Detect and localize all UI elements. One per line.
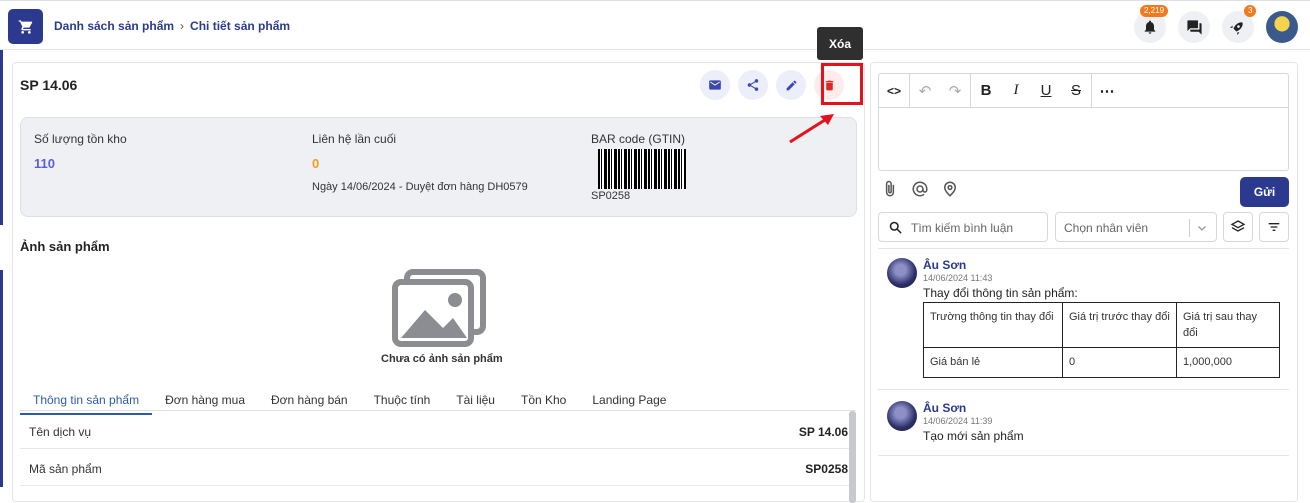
top-bar: Danh sách sản phẩm › Chi tiết sản phẩm 2…: [0, 0, 1310, 50]
divider: [878, 248, 1289, 249]
email-button[interactable]: [700, 70, 730, 100]
underline-icon[interactable]: U: [1031, 82, 1061, 99]
paperclip-icon[interactable]: [881, 180, 899, 198]
commenter-avatar: [887, 401, 917, 431]
rocket-button[interactable]: 3: [1222, 5, 1257, 43]
comment-search-input[interactable]: Tìm kiếm bình luận: [878, 212, 1048, 242]
divider: [878, 455, 1289, 456]
tabs-divider: [20, 410, 856, 411]
detail-value: SP0258: [805, 462, 848, 476]
detail-key: Mã sản phẩm: [29, 462, 102, 476]
share-icon: [747, 79, 759, 91]
barcode-label: BAR code (GTIN): [591, 132, 686, 146]
italic-icon[interactable]: I: [1001, 82, 1031, 99]
pencil-icon: [786, 80, 796, 90]
filter-icon: [1268, 223, 1280, 231]
stock-info-box: Số lượng tồn kho 110 Liên hệ lần cuối 0 …: [20, 117, 857, 217]
product-title: SP 14.06: [20, 77, 78, 93]
bold-icon[interactable]: B: [971, 82, 1001, 99]
red-arrow-annotation: [789, 114, 834, 144]
breadcrumb: Danh sách sản phẩm › Chi tiết sản phẩm: [54, 19, 290, 33]
user-avatar[interactable]: [1266, 11, 1298, 43]
layers-button[interactable]: [1223, 212, 1253, 242]
barcode-value: SP0258: [591, 190, 631, 202]
comment-time: 14/06/2024 11:39: [923, 416, 993, 426]
last-contact-note: Ngày 14/06/2024 - Duyệt đơn hàng DH0579: [312, 181, 528, 193]
redo-icon[interactable]: ↷: [940, 82, 970, 100]
undo-icon[interactable]: ↶: [910, 82, 940, 100]
change-table-header: Giá trị trước thay đổi: [1062, 302, 1177, 348]
image-placeholder-icon: [392, 269, 486, 347]
chat-icon: [1186, 19, 1202, 35]
change-table-cell: 1,000,000: [1176, 347, 1280, 378]
send-button[interactable]: Gửi: [1240, 177, 1289, 207]
commenter-name: Âu Sơn: [923, 258, 967, 272]
detail-row-service-name: Tên dịch vụ SP 14.06: [20, 413, 856, 449]
search-placeholder: Tìm kiếm bình luận: [911, 221, 1014, 235]
mail-icon: [709, 80, 721, 90]
breadcrumb-product-list[interactable]: Danh sách sản phẩm: [54, 19, 174, 33]
select-placeholder: Chọn nhân viên: [1064, 221, 1149, 235]
strikethrough-icon[interactable]: S: [1061, 82, 1091, 99]
delete-tooltip: Xóa: [817, 27, 863, 60]
last-contact-label: Liên hệ lần cuối: [312, 132, 397, 146]
comment-item: Âu Sơn 14/06/2024 11:39 Tạo mới sản phẩm: [887, 401, 1287, 451]
comment-text: Thay đổi thông tin sản phẩm:: [923, 286, 1078, 300]
employee-select[interactable]: Chọn nhân viên: [1055, 212, 1217, 242]
comment-time: 14/06/2024 11:43: [923, 273, 993, 283]
edit-button[interactable]: [776, 70, 806, 100]
no-image-text: Chưa có ảnh sản phẩm: [381, 353, 503, 365]
rocket-icon: [1230, 22, 1243, 35]
scrollbar[interactable]: [849, 411, 856, 503]
change-table-cell: 0: [1062, 347, 1177, 378]
left-edge-bar: [0, 50, 3, 225]
divider: [878, 389, 1289, 390]
breadcrumb-product-detail[interactable]: Chi tiết sản phẩm: [190, 19, 290, 33]
more-options-icon[interactable]: ⋯: [1092, 82, 1122, 100]
change-table: Trường thông tin thay đổi Giá trị trước …: [923, 302, 1280, 378]
chevron-down-icon: [1198, 226, 1206, 231]
product-detail-panel: SP 14.06 Số lượng tồn kho 110 Liên hệ lầ…: [12, 62, 865, 503]
last-contact-value: 0: [312, 156, 320, 171]
bell-icon: [1144, 20, 1156, 34]
detail-row-product-code: Mã sản phẩm SP0258: [20, 450, 856, 486]
notification-badge: 2,219: [1140, 5, 1169, 17]
change-table-cell: Giá bán lẻ: [923, 347, 1063, 378]
layers-icon: [1230, 220, 1246, 232]
detail-value: SP 14.06: [798, 425, 848, 439]
share-button[interactable]: [738, 70, 768, 100]
left-edge-bar-lower: [0, 270, 3, 487]
search-icon: [889, 221, 902, 234]
comment-text: Tạo mới sản phẩm: [923, 429, 1024, 443]
rocket-badge: 3: [1244, 5, 1257, 17]
detail-key: Tên dịch vụ: [29, 425, 92, 439]
cart-icon[interactable]: [8, 9, 43, 44]
change-table-header: Trường thông tin thay đổi: [923, 302, 1063, 348]
editor-toolbar: <> ↶ ↷ B I U S ⋯: [879, 73, 1288, 108]
notification-button[interactable]: 2,219: [1134, 5, 1169, 43]
filter-button[interactable]: [1259, 212, 1289, 242]
comment-editor[interactable]: <> ↶ ↷ B I U S ⋯: [878, 73, 1289, 171]
comments-panel: <> ↶ ↷ B I U S ⋯ Gửi Tìm kiếm bình luận …: [870, 62, 1298, 502]
change-table-header: Giá trị sau thay đổi: [1176, 302, 1280, 348]
stock-value: 110: [34, 156, 55, 171]
chevron-right-icon: ›: [180, 19, 185, 33]
location-pin-icon[interactable]: [941, 180, 959, 198]
product-images-title: Ảnh sản phẩm: [20, 239, 110, 254]
commenter-avatar: [887, 258, 917, 288]
delete-highlight-frame: [821, 63, 863, 105]
commenter-name: Âu Sơn: [923, 401, 967, 415]
comment-item: Âu Sơn 14/06/2024 11:43 Thay đổi thông t…: [887, 258, 1287, 388]
stock-label: Số lượng tồn kho: [34, 132, 127, 146]
chat-button[interactable]: [1178, 11, 1210, 43]
mention-icon[interactable]: [911, 180, 929, 198]
barcode-image: [598, 149, 686, 189]
code-view-icon[interactable]: <>: [879, 84, 909, 98]
